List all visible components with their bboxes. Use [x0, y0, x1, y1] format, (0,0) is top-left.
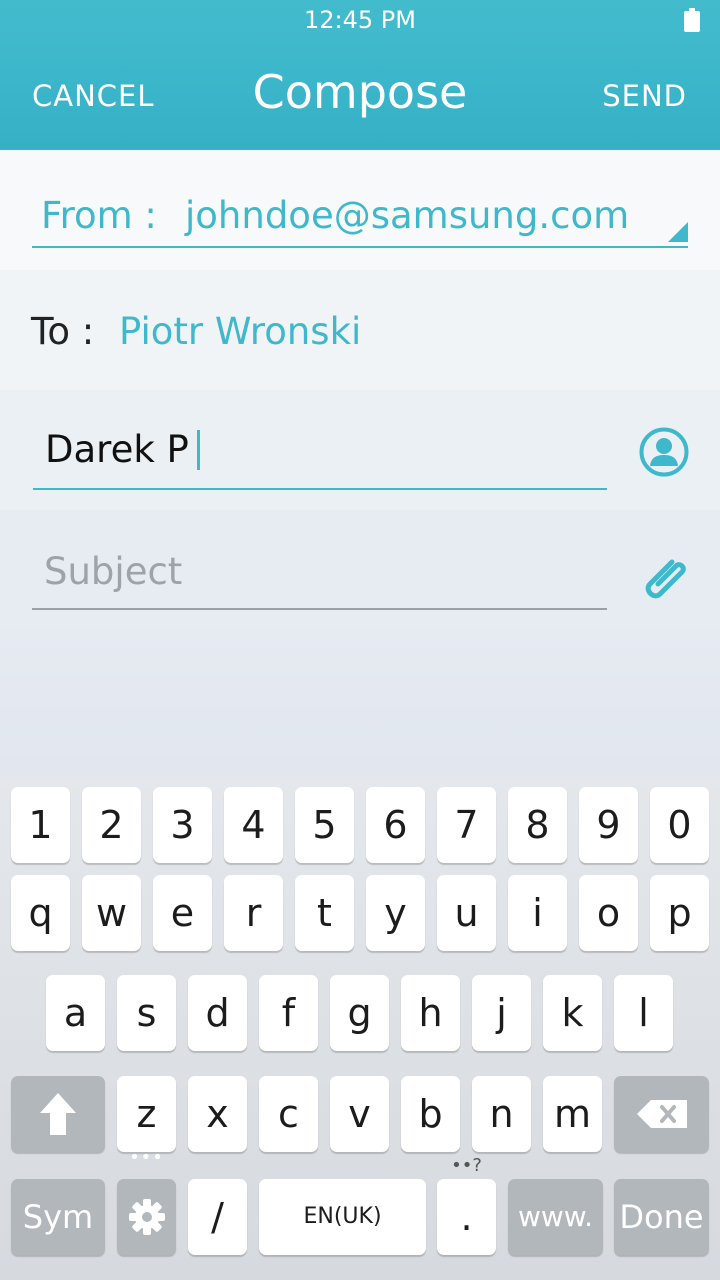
key-4[interactable]: 4	[224, 787, 283, 863]
period-label: .	[460, 1195, 473, 1239]
key-a[interactable]: a	[46, 975, 105, 1051]
key-k[interactable]: k	[543, 975, 602, 1051]
recipient-input-row: Darek P	[0, 390, 720, 510]
paperclip-icon[interactable]	[636, 546, 692, 602]
key-5[interactable]: 5	[295, 787, 354, 863]
recipient-input[interactable]: Darek P	[33, 410, 607, 490]
recipient-chip[interactable]: Piotr Wronski	[119, 310, 361, 354]
key-g[interactable]: g	[330, 975, 389, 1051]
from-label: From :	[41, 194, 157, 237]
key-h[interactable]: h	[401, 975, 460, 1051]
key-2[interactable]: 2	[82, 787, 141, 863]
key-8[interactable]: 8	[508, 787, 567, 863]
to-row: To : Piotr Wronski	[0, 270, 720, 390]
key-7[interactable]: 7	[437, 787, 496, 863]
space-key[interactable]: EN(UK)	[259, 1179, 426, 1255]
subject-placeholder: Subject	[44, 550, 183, 593]
message-body[interactable]	[0, 630, 720, 775]
slash-key[interactable]: /	[188, 1179, 247, 1255]
battery-full-icon	[684, 8, 700, 32]
key-i[interactable]: i	[508, 875, 567, 951]
key-w[interactable]: w	[82, 875, 141, 951]
key-o[interactable]: o	[579, 875, 638, 951]
contact-picker-icon[interactable]	[638, 426, 690, 478]
shift-arrow-icon	[40, 1093, 76, 1135]
key-l[interactable]: l	[614, 975, 673, 1051]
key-c[interactable]: c	[259, 1076, 318, 1152]
key-t[interactable]: t	[295, 875, 354, 951]
backspace-icon	[636, 1100, 687, 1128]
key-s[interactable]: s	[117, 975, 176, 1051]
from-row[interactable]: From : johndoe@samsung.com	[0, 150, 720, 270]
shift-key[interactable]	[11, 1076, 105, 1152]
sym-key[interactable]: Sym	[11, 1179, 105, 1255]
key-e[interactable]: e	[153, 875, 212, 951]
key-n[interactable]: n	[472, 1076, 531, 1152]
period-key[interactable]: ••? .	[437, 1157, 496, 1255]
subject-input[interactable]: Subject	[32, 530, 607, 610]
key-6[interactable]: 6	[366, 787, 425, 863]
key-1[interactable]: 1	[11, 787, 70, 863]
status-time: 12:45 PM	[304, 6, 416, 34]
key-0[interactable]: 0	[650, 787, 709, 863]
from-account-select[interactable]: johndoe@samsung.com	[185, 194, 629, 238]
www-key[interactable]: www.	[508, 1179, 603, 1255]
key-p[interactable]: p	[650, 875, 709, 951]
settings-key[interactable]: •••	[117, 1149, 176, 1255]
key-m[interactable]: m	[543, 1076, 602, 1152]
key-u[interactable]: u	[437, 875, 496, 951]
key-q[interactable]: q	[11, 875, 70, 951]
period-hint: ••?	[451, 1155, 482, 1176]
send-button[interactable]: SEND	[602, 78, 687, 114]
dropdown-triangle-icon[interactable]	[668, 222, 688, 242]
done-key[interactable]: Done	[614, 1179, 709, 1255]
key-b[interactable]: b	[401, 1076, 460, 1152]
key-3[interactable]: 3	[153, 787, 212, 863]
recipient-input-text: Darek P	[45, 428, 189, 471]
key-r[interactable]: r	[224, 875, 283, 951]
key-x[interactable]: x	[188, 1076, 247, 1152]
subject-row: Subject	[0, 510, 720, 630]
key-f[interactable]: f	[259, 975, 318, 1051]
key-z[interactable]: z	[117, 1076, 176, 1152]
gear-icon	[128, 1199, 165, 1235]
keyboard: 1 2 3 4 5 6 7 8 9 0 q w e r t y u i o p …	[0, 775, 720, 1280]
key-9[interactable]: 9	[579, 787, 638, 863]
key-v[interactable]: v	[330, 1076, 389, 1152]
app-bar: 12:45 PM CANCEL Compose SEND	[0, 0, 720, 150]
from-underline	[32, 246, 688, 248]
key-j[interactable]: j	[472, 975, 531, 1051]
text-caret	[196, 430, 200, 470]
key-d[interactable]: d	[188, 975, 247, 1051]
to-label: To :	[31, 310, 95, 353]
key-y[interactable]: y	[366, 875, 425, 951]
backspace-key[interactable]	[614, 1076, 709, 1152]
